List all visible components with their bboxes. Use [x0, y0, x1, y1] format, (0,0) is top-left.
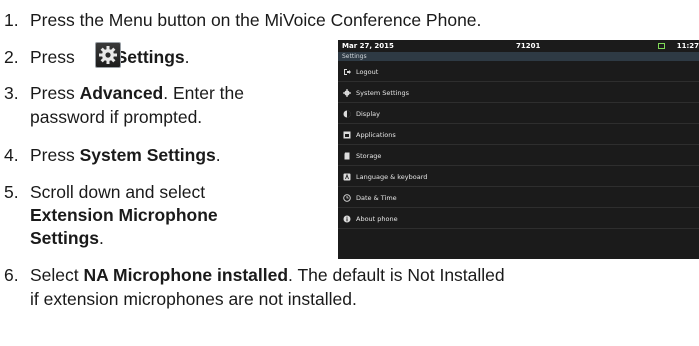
step-3-continuation: password if prompted.: [30, 107, 203, 127]
step-5-continuation-2: Settings.: [30, 228, 104, 248]
logout-icon: [344, 69, 351, 75]
step-1: 1. Press the Menu button on the MiVoice C…: [0, 10, 481, 31]
storage-icon: [344, 152, 350, 160]
clock-icon: [343, 194, 351, 202]
step-4: 4. Press System Settings.: [0, 145, 221, 166]
menu-item-about-phone[interactable]: About phone: [338, 209, 699, 229]
step-bold-text: System Settings: [79, 145, 216, 165]
step-number: 2.: [4, 47, 19, 67]
step-bold-text: Extension Microphone: [30, 205, 218, 225]
step-6: 6. Select NA Microphone installed. The de…: [0, 265, 505, 286]
step-number: 4.: [4, 145, 19, 165]
menu-item-applications[interactable]: Applications: [338, 125, 699, 145]
step-number: 5.: [4, 182, 19, 202]
menu-item-date-time[interactable]: Date & Time: [338, 188, 699, 208]
applications-icon: [343, 131, 351, 139]
step-bold-text: Settings: [115, 47, 185, 67]
menu-item-label: Language & keyboard: [356, 173, 428, 181]
gear-icon: [343, 89, 351, 97]
step-bold-text: NA Microphone installed: [83, 265, 289, 285]
battery-icon: [658, 43, 665, 49]
settings-menu: Logout System Settings Display Applicati…: [338, 61, 699, 230]
menu-item-label: Logout: [356, 68, 379, 76]
display-icon: [343, 110, 351, 118]
step-text: Press the Menu button on the MiVoice Con…: [30, 10, 482, 30]
status-extension: 71201: [516, 42, 541, 50]
step-3: 3. Press Advanced. Enter the: [0, 83, 244, 104]
menu-item-storage[interactable]: Storage: [338, 146, 699, 166]
menu-item-label: Display: [356, 110, 380, 118]
step-5: 5. Scroll down and select: [0, 182, 205, 203]
status-date: Mar 27, 2015: [342, 42, 394, 50]
menu-item-label: Date & Time: [356, 194, 397, 202]
status-time: 11:27: [676, 42, 699, 50]
phone-settings-screen: Mar 27, 2015 71201 11:27 Settings Logout…: [338, 40, 699, 259]
language-icon: [343, 173, 351, 181]
menu-item-language-keyboard[interactable]: Language & keyboard: [338, 167, 699, 187]
menu-item-label: Storage: [356, 152, 382, 160]
step-number: 6.: [4, 265, 19, 285]
menu-item-label: About phone: [356, 215, 398, 223]
menu-item-system-settings[interactable]: System Settings: [338, 83, 699, 103]
menu-item-logout[interactable]: Logout: [338, 62, 699, 82]
step-text: Press: [30, 47, 75, 67]
step-5-continuation: Extension Microphone: [30, 205, 218, 226]
menu-item-display[interactable]: Display: [338, 104, 699, 124]
step-bold-text: Settings: [30, 228, 100, 248]
menu-item-label: System Settings: [356, 89, 409, 97]
info-icon: [343, 215, 351, 223]
step-6-continuation: if extension microphones are not install…: [30, 289, 357, 309]
step-bold-text: Advanced: [79, 83, 164, 103]
screen-title: Settings: [338, 52, 699, 61]
settings-gear-icon: [95, 42, 121, 68]
status-bar: Mar 27, 2015 71201 11:27: [338, 40, 699, 52]
step-number: 1.: [4, 10, 19, 30]
menu-item-label: Applications: [356, 131, 396, 139]
step-number: 3.: [4, 83, 19, 103]
gear-icon: [99, 46, 117, 64]
